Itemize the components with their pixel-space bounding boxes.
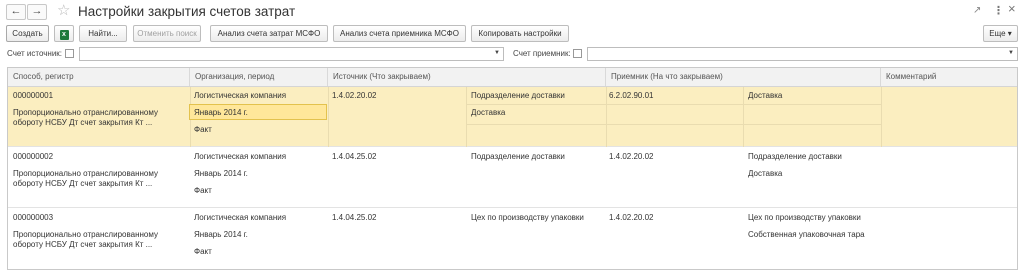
settings-table: Способ, регистр Организация, период Исто…	[7, 67, 1018, 270]
command-bar: Создать x Найти... Отменить поиск Анализ…	[0, 25, 1024, 43]
column-header-method[interactable]: Способ, регистр	[8, 68, 190, 86]
receiver-account-input[interactable]: ▼	[587, 47, 1018, 61]
chevron-down-icon[interactable]: ▼	[1008, 50, 1014, 56]
row-code: 000000002	[13, 152, 54, 161]
row-period: Январь 2014 г.	[194, 169, 248, 178]
row-source-subconto-1: Подразделение доставки	[471, 91, 565, 100]
row-period: Январь 2014 г.	[194, 230, 248, 239]
row-source-subconto-1: Цех по производству упаковки	[471, 213, 584, 222]
table-row[interactable]: 000000001 Пропорционально отранслированн…	[8, 87, 1017, 147]
row-receiver-subconto-1: Цех по производству упаковки	[748, 213, 861, 222]
row-source-subconto-1: Подразделение доставки	[471, 152, 565, 161]
row-code: 000000001	[13, 91, 54, 100]
find-button[interactable]: Найти...	[79, 25, 127, 42]
row-receiver-subconto-2: Доставка	[748, 169, 783, 178]
cell-divider	[606, 87, 607, 147]
row-source-account: 1.4.04.25.02	[332, 152, 377, 161]
row-receiver-account: 1.4.02.20.02	[609, 152, 654, 161]
link-icon[interactable]: ↗	[973, 5, 981, 17]
cancel-search-button[interactable]: Отменить поиск	[133, 25, 201, 42]
row-source-account: 1.4.02.20.02	[332, 91, 377, 100]
title-bar: ← → ☆ Настройки закрытия счетов затрат ↗…	[0, 0, 1024, 24]
back-button[interactable]: ←	[6, 4, 26, 20]
favorite-star-icon[interactable]: ☆	[57, 3, 70, 19]
row-receiver-account: 6.2.02.90.01	[609, 91, 654, 100]
row-receiver-subconto-1: Подразделение доставки	[748, 152, 842, 161]
more-menu-icon[interactable]: ⋮	[993, 5, 1004, 17]
receiver-account-label: Счет приемник:	[513, 49, 571, 58]
column-header-receiver[interactable]: Приемник (На что закрываем)	[606, 68, 881, 86]
source-account-label: Счет источник:	[7, 49, 63, 58]
table-header: Способ, регистр Организация, период Исто…	[8, 68, 1017, 87]
cell-divider	[466, 104, 881, 105]
table-row[interactable]: 000000002 Пропорционально отранслированн…	[8, 148, 1017, 208]
column-header-org[interactable]: Организация, период	[190, 68, 328, 86]
row-code: 000000003	[13, 213, 54, 222]
analysis-receiver-account-button[interactable]: Анализ счета приемника МСФО	[333, 25, 466, 42]
row-organization: Логистическая компания	[194, 91, 287, 100]
cell-divider	[881, 87, 882, 147]
cell-divider	[743, 87, 744, 147]
row-method: Пропорционально отранслированному оборот…	[13, 230, 158, 249]
receiver-account-checkbox[interactable]	[573, 49, 582, 58]
column-header-source[interactable]: Источник (Что закрываем)	[328, 68, 606, 86]
copy-settings-button[interactable]: Копировать настройки	[471, 25, 569, 42]
row-source-subconto-2: Доставка	[471, 108, 506, 117]
row-scenario: Факт	[194, 125, 212, 134]
page-title: Настройки закрытия счетов затрат	[78, 4, 296, 19]
row-organization: Логистическая компания	[194, 213, 287, 222]
row-source-account: 1.4.04.25.02	[332, 213, 377, 222]
close-icon[interactable]: ×	[1008, 2, 1016, 15]
cell-divider	[328, 87, 329, 147]
row-receiver-subconto-1: Доставка	[748, 91, 783, 100]
cell-divider	[466, 87, 467, 147]
filter-bar: Счет источник: ▼ Счет приемник: ▼	[0, 46, 1024, 62]
chevron-down-icon[interactable]: ▼	[494, 50, 500, 56]
forward-button[interactable]: →	[27, 4, 47, 20]
row-scenario: Факт	[194, 247, 212, 256]
column-header-comment[interactable]: Комментарий	[881, 68, 1017, 86]
table-row[interactable]: 000000003 Пропорционально отранслированн…	[8, 209, 1017, 269]
row-period: Январь 2014 г.	[194, 108, 248, 117]
excel-export-icon: x	[59, 30, 69, 40]
row-organization: Логистическая компания	[194, 152, 287, 161]
create-button[interactable]: Создать	[6, 25, 49, 42]
arrow-right-icon: →	[31, 5, 43, 17]
more-actions-button[interactable]: Еще ▾	[983, 25, 1018, 42]
row-receiver-subconto-2: Собственная упаковочная тара	[748, 230, 865, 239]
row-method: Пропорционально отранслированному оборот…	[13, 169, 158, 188]
source-account-input[interactable]: ▼	[79, 47, 504, 61]
excel-export-button[interactable]: x	[54, 25, 74, 42]
row-scenario: Факт	[194, 186, 212, 195]
row-receiver-account: 1.4.02.20.02	[609, 213, 654, 222]
arrow-left-icon: ←	[10, 5, 22, 17]
source-account-checkbox[interactable]	[65, 49, 74, 58]
analysis-cost-account-button[interactable]: Анализ счета затрат МСФО	[210, 25, 328, 42]
cell-divider	[466, 124, 881, 125]
row-method: Пропорционально отранслированному оборот…	[13, 108, 158, 127]
